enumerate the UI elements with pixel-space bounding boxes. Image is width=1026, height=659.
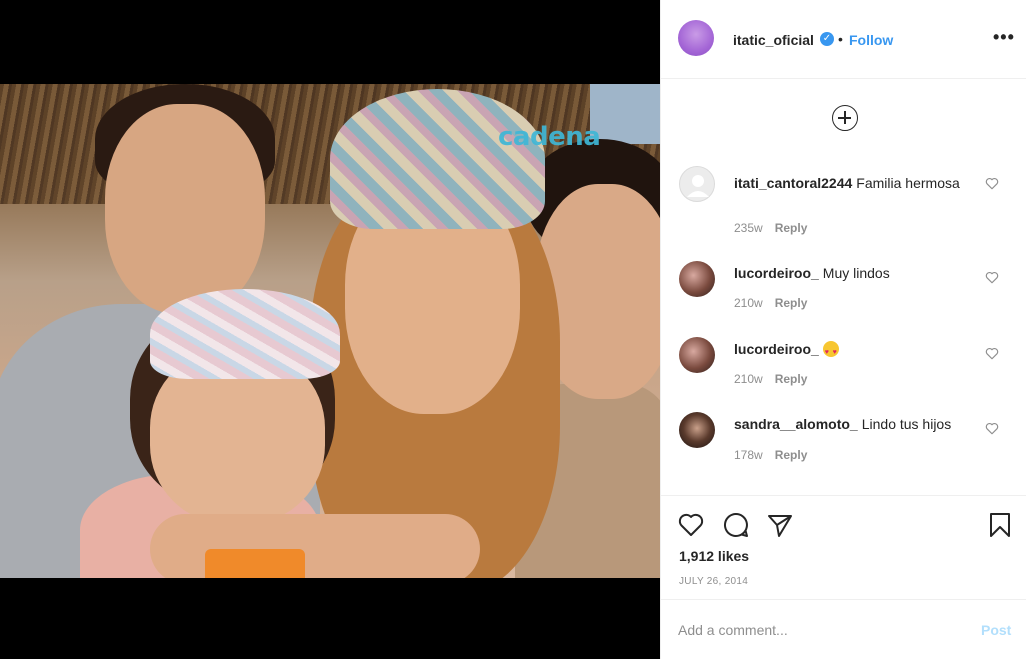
like-comment-heart-icon[interactable] bbox=[985, 422, 999, 435]
commenter-avatar[interactable] bbox=[679, 412, 715, 448]
commenter-avatar[interactable] bbox=[679, 337, 715, 373]
load-more-comments-icon[interactable] bbox=[832, 105, 858, 131]
share-paper-plane-icon[interactable] bbox=[766, 511, 794, 539]
comment-meta: 178w Reply bbox=[734, 448, 807, 462]
comment-username[interactable]: sandra__alomoto_ bbox=[734, 416, 858, 432]
like-comment-heart-icon[interactable] bbox=[985, 347, 999, 360]
comment-text-block: lucordeiroo_ Muy lindos bbox=[734, 264, 979, 283]
reply-button[interactable]: Reply bbox=[775, 372, 808, 386]
author-username[interactable]: itatic_oficial bbox=[733, 32, 814, 48]
comment-meta: 210w Reply bbox=[734, 372, 807, 386]
more-options-icon[interactable]: ••• bbox=[993, 28, 1015, 46]
comment-text-block: itati_cantoral2244 Familia hermosa bbox=[734, 174, 979, 193]
sky-background bbox=[590, 84, 660, 144]
comment-text-block: lucordeiroo_ bbox=[734, 340, 979, 362]
reply-button[interactable]: Reply bbox=[775, 221, 808, 235]
post-media[interactable]: cadena bbox=[0, 0, 660, 659]
comment-username[interactable]: lucordeiroo_ bbox=[734, 341, 819, 357]
reply-button[interactable]: Reply bbox=[775, 448, 808, 462]
comment-text-block: sandra__alomoto_ Lindo tus hijos bbox=[734, 415, 979, 434]
like-heart-icon[interactable] bbox=[677, 511, 705, 539]
comment-age[interactable]: 210w bbox=[734, 296, 763, 310]
woman-headscarf bbox=[330, 89, 545, 229]
comment-username[interactable]: lucordeiroo_ bbox=[734, 265, 819, 281]
post-photo[interactable]: cadena bbox=[0, 84, 660, 578]
verified-badge-icon: ✓ bbox=[820, 32, 834, 46]
author-avatar[interactable] bbox=[678, 20, 714, 56]
default-user-icon bbox=[687, 175, 709, 197]
comments-list[interactable]: itati_cantoral2244 Familia hermosa 235w Re… bbox=[661, 80, 1026, 495]
header-separator: • bbox=[838, 31, 843, 47]
add-comment-input[interactable] bbox=[678, 618, 958, 642]
like-comment-heart-icon[interactable] bbox=[985, 177, 999, 190]
like-comment-heart-icon[interactable] bbox=[985, 271, 999, 284]
comment-body: Muy lindos bbox=[822, 265, 890, 281]
post-header: itatic_oficial ✓ • Follow ••• bbox=[661, 0, 1026, 79]
comment-body: Familia hermosa bbox=[856, 175, 960, 191]
likes-count[interactable]: 1,912 likes bbox=[679, 548, 749, 564]
orange-cup bbox=[205, 549, 305, 578]
add-comment-bar: Post bbox=[661, 599, 1026, 659]
comment-age[interactable]: 210w bbox=[734, 372, 763, 386]
comment-item: lucordeiroo_ 210w Reply bbox=[661, 337, 1026, 413]
girl-arm bbox=[150, 514, 480, 578]
comment-meta: 210w Reply bbox=[734, 296, 807, 310]
comment-meta: 235w Reply bbox=[734, 221, 807, 235]
boy-left-face bbox=[105, 104, 265, 314]
reply-button[interactable]: Reply bbox=[775, 296, 808, 310]
comment-item: sandra__alomoto_ Lindo tus hijos 178w Repl… bbox=[661, 412, 1026, 488]
commenter-avatar[interactable] bbox=[679, 261, 715, 297]
comment-item: lucordeiroo_ Muy lindos 210w Reply bbox=[661, 261, 1026, 337]
post-date[interactable]: JULY 26, 2014 bbox=[679, 576, 748, 587]
comment-bubble-icon[interactable] bbox=[722, 511, 750, 539]
comment-age[interactable]: 235w bbox=[734, 221, 763, 235]
girl-headscarf bbox=[150, 289, 340, 379]
commenter-avatar[interactable] bbox=[679, 166, 715, 202]
comment-body: Lindo tus hijos bbox=[861, 416, 952, 432]
comment-username[interactable]: itati_cantoral2244 bbox=[734, 175, 852, 191]
post-comment-button[interactable]: Post bbox=[981, 622, 1011, 638]
save-bookmark-icon[interactable] bbox=[986, 511, 1014, 539]
post-side-panel: itatic_oficial ✓ • Follow ••• itati_cant… bbox=[660, 0, 1026, 659]
cadena-watermark: cadena bbox=[498, 122, 601, 152]
comment-item: itati_cantoral2244 Familia hermosa 235w Re… bbox=[661, 166, 1026, 242]
follow-button[interactable]: Follow bbox=[849, 32, 893, 48]
post-actions: 1,912 likes JULY 26, 2014 bbox=[661, 495, 1026, 599]
heart-eyes-emoji-icon bbox=[822, 341, 839, 362]
comment-age[interactable]: 178w bbox=[734, 448, 763, 462]
